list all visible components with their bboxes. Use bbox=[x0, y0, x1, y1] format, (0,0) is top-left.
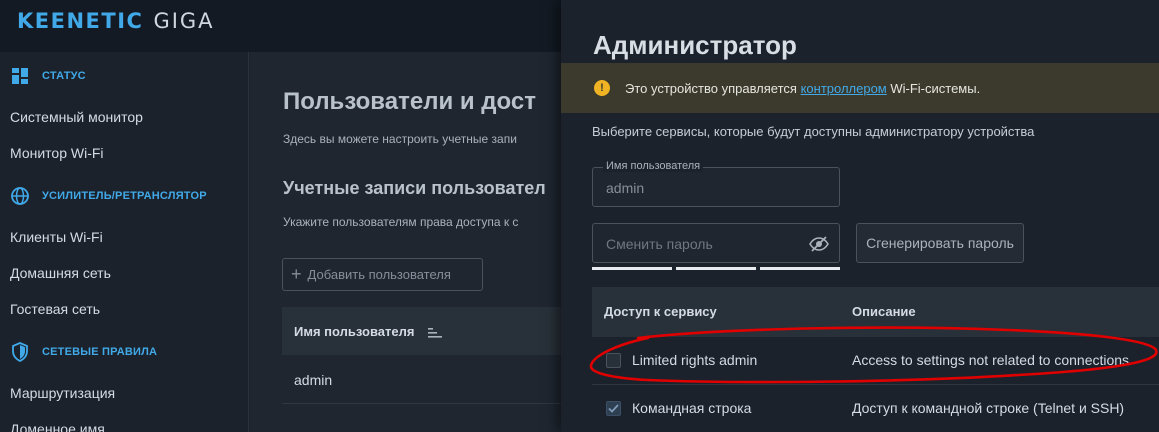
password-field[interactable]: Сменить пароль bbox=[592, 223, 840, 263]
service-description: Доступ к командной строке (Telnet и SSH) bbox=[852, 400, 1125, 416]
password-placeholder: Сменить пароль bbox=[606, 236, 713, 252]
panel-intro: Выберите сервисы, которые будут доступны… bbox=[592, 124, 1035, 139]
sidebar-section-label: СЕТЕВЫЕ ПРАВИЛА bbox=[42, 346, 158, 358]
plus-icon: + bbox=[291, 264, 302, 284]
cli-checkbox[interactable] bbox=[606, 401, 621, 416]
sidebar-section-status[interactable]: СТАТУС bbox=[10, 64, 86, 88]
page-description: Здесь вы можете настроить учетные запи bbox=[283, 132, 517, 146]
access-table-header: Доступ к сервису Описание bbox=[592, 287, 1159, 337]
table-row[interactable]: Командная строка Доступ к командной стро… bbox=[592, 385, 1159, 432]
service-name: Командная строка bbox=[632, 400, 752, 416]
service-name: Limited rights admin bbox=[632, 352, 758, 368]
password-strength-bar bbox=[760, 267, 840, 270]
controller-notice: ! Это устройство управляется контроллеро… bbox=[561, 63, 1159, 113]
panel-title: Администратор bbox=[593, 30, 797, 60]
globe-icon bbox=[10, 186, 30, 206]
add-user-label: Добавить пользователя bbox=[307, 267, 451, 282]
page-title: Пользователи и дост bbox=[283, 88, 536, 115]
generate-password-button[interactable]: Сгенерировать пароль bbox=[856, 223, 1024, 263]
check-icon bbox=[608, 404, 619, 413]
password-strength-bar bbox=[676, 267, 756, 270]
brand-logo[interactable]: KEENETIC GIGA bbox=[17, 9, 215, 33]
username-label: Имя пользователя bbox=[603, 160, 704, 172]
sort-icon[interactable] bbox=[428, 326, 443, 338]
users-table-header: Имя пользователя bbox=[282, 307, 570, 355]
username-field[interactable]: Имя пользователя admin bbox=[592, 160, 840, 207]
notice-text-before: Это устройство управляется bbox=[625, 80, 801, 96]
section-description: Укажите пользователям права доступа к с bbox=[283, 215, 519, 229]
dashboard-icon bbox=[10, 66, 30, 86]
service-description: Access to settings not related to connec… bbox=[852, 352, 1130, 368]
sidebar-item-wifi-clients[interactable]: Клиенты Wi-Fi bbox=[10, 229, 103, 245]
username-cell: admin bbox=[294, 371, 333, 388]
sidebar-section-repeater[interactable]: УСИЛИТЕЛЬ/РЕТРАНСЛЯТОР bbox=[10, 184, 207, 208]
table-row[interactable]: admin bbox=[282, 356, 570, 404]
notice-text: Это устройство управляется контроллером … bbox=[625, 81, 980, 96]
limited-admin-checkbox[interactable] bbox=[606, 353, 621, 368]
username-value: admin bbox=[606, 180, 645, 196]
sidebar-section-label: СТАТУС bbox=[42, 70, 86, 82]
warning-icon: ! bbox=[594, 80, 610, 96]
sidebar-item-guest-network[interactable]: Гостевая сеть bbox=[10, 301, 100, 317]
sidebar: СТАТУС Системный монитор Монитор Wi-Fi У… bbox=[0, 52, 249, 432]
sidebar-item-wifi-monitor[interactable]: Монитор Wi-Fi bbox=[10, 145, 104, 161]
notice-text-after: Wi-Fi-системы. bbox=[886, 80, 981, 96]
shield-icon bbox=[10, 342, 30, 362]
sidebar-item-system-monitor[interactable]: Системный монитор bbox=[10, 109, 143, 125]
column-service-access: Доступ к сервису bbox=[604, 304, 717, 319]
password-strength-bar bbox=[592, 267, 672, 270]
sidebar-section-network-rules[interactable]: СЕТЕВЫЕ ПРАВИЛА bbox=[10, 340, 157, 364]
section-title: Учетные записи пользовател bbox=[283, 178, 546, 198]
sidebar-section-label: УСИЛИТЕЛЬ/РЕТРАНСЛЯТОР bbox=[42, 190, 207, 202]
admin-panel: Администратор ! Это устройство управляет… bbox=[561, 0, 1159, 432]
users-page: Пользователи и дост Здесь вы можете наст… bbox=[250, 52, 570, 432]
table-row[interactable]: Limited rights admin Access to settings … bbox=[592, 337, 1159, 385]
column-description: Описание bbox=[852, 304, 916, 319]
sidebar-item-domain-name[interactable]: Доменное имя bbox=[10, 421, 105, 432]
brand-model: GIGA bbox=[153, 9, 215, 33]
column-username[interactable]: Имя пользователя bbox=[294, 324, 414, 339]
add-user-button[interactable]: + Добавить пользователя bbox=[282, 258, 483, 291]
eye-off-icon[interactable] bbox=[809, 235, 829, 253]
sidebar-item-home-network[interactable]: Домашняя сеть bbox=[10, 265, 111, 281]
controller-link[interactable]: контроллером bbox=[801, 81, 887, 96]
brand-name: KEENETIC bbox=[17, 9, 144, 33]
sidebar-item-routing[interactable]: Маршрутизация bbox=[10, 385, 115, 401]
